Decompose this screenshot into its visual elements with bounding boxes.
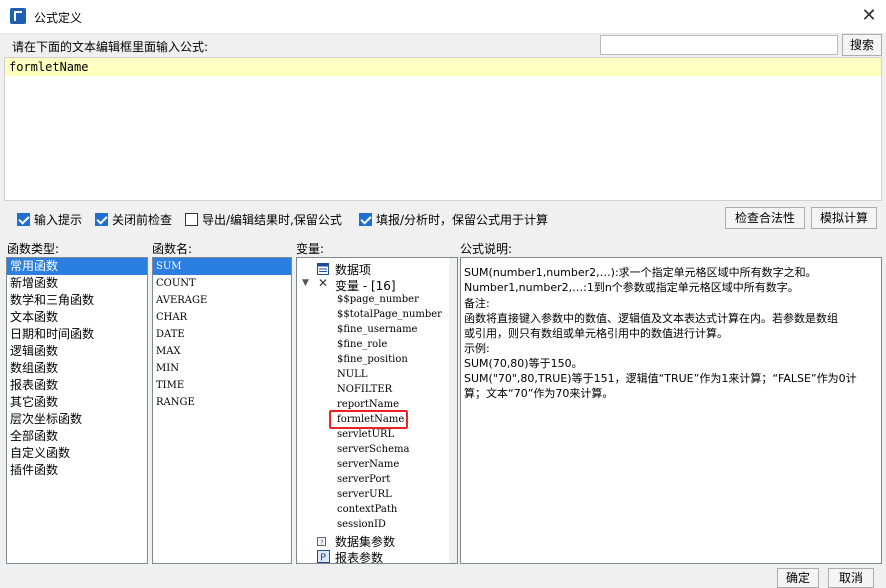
variable-icon: ✕ (318, 276, 329, 290)
variables-label: 变量: (296, 242, 325, 256)
check-validity-button[interactable]: 检查合法性 (725, 207, 805, 229)
tree-node-data-items[interactable]: 数据项 (335, 261, 371, 278)
description-line: 示例: (464, 342, 490, 355)
list-item[interactable]: 其它函数 (7, 394, 147, 411)
tree-node-dataset-params[interactable]: 数据集参数 (335, 533, 395, 550)
tree-scrollbar[interactable] (449, 258, 457, 563)
tree-leaf[interactable]: serverName (337, 459, 399, 470)
description-line: SUM(70,80)等于150。 (464, 357, 583, 370)
option-keep-formula-fill[interactable]: 填报/分析时，保留公式用于计算 (359, 210, 548, 228)
tree-leaf[interactable]: $$page_number (337, 294, 419, 305)
window-title: 公式定义 (34, 11, 83, 25)
option-label: 关闭前检查 (112, 212, 173, 227)
checkbox-unchecked-icon[interactable] (185, 212, 198, 226)
tree-leaf[interactable]: sessionID (337, 519, 386, 530)
tree-leaf[interactable]: serverPort (337, 474, 390, 485)
tree-leaf[interactable]: contextPath (337, 504, 397, 515)
list-item[interactable]: 层次坐标函数 (7, 411, 147, 428)
function-name-list[interactable]: SUM COUNT AVERAGE CHAR DATE MAX MIN TIME… (152, 257, 292, 564)
description-line: SUM(number1,number2,…):求一个指定单元格区域中所有数字之和… (464, 266, 817, 279)
tree-leaf[interactable]: $fine_role (337, 339, 387, 350)
tree-leaf[interactable]: NULL (337, 369, 367, 380)
list-item[interactable]: 常用函数 (7, 258, 147, 275)
tree-node-report-params[interactable]: 报表参数 (335, 549, 383, 563)
function-type-label: 函数类型: (7, 242, 60, 256)
checkbox-checked-icon[interactable] (359, 212, 372, 226)
search-button[interactable]: 搜索 (842, 34, 882, 56)
svg-text:P: P (320, 553, 326, 564)
option-label: 填报/分析时，保留公式用于计算 (376, 212, 549, 227)
tree-leaf[interactable]: serverURL (337, 489, 392, 500)
list-item[interactable]: RANGE (153, 394, 291, 411)
list-item[interactable]: 报表函数 (7, 377, 147, 394)
option-input-hint[interactable]: 输入提示 (17, 210, 82, 228)
formula-editor[interactable]: formletName (4, 57, 882, 201)
list-item[interactable]: COUNT (153, 275, 291, 292)
list-item[interactable]: 新增函数 (7, 275, 147, 292)
description-line: 函数将直接键入参数中的数值、逻辑值及文本表达式计算在内。若参数是数组 (464, 312, 838, 325)
app-logo-icon (10, 8, 26, 24)
function-name-label: 函数名: (152, 242, 193, 256)
list-item[interactable]: TIME (153, 377, 291, 394)
tree-leaf[interactable]: servletURL (337, 429, 394, 440)
list-item[interactable]: 日期和时间函数 (7, 326, 147, 343)
list-item[interactable]: SUM (153, 258, 291, 275)
list-item[interactable]: 自定义函数 (7, 445, 147, 462)
list-item[interactable]: CHAR (153, 309, 291, 326)
tree-node-variables[interactable]: 变量 - [16] (335, 277, 396, 294)
report-param-icon: P (317, 550, 330, 563)
title-bar: 公式定义 ✕ (0, 0, 886, 34)
description-line: 或引用，则只有数组或单元格引用中的数值进行计算。 (464, 327, 728, 340)
option-keep-formula-export[interactable]: 导出/编辑结果时,保留公式 (185, 210, 342, 228)
formula-description: SUM(number1,number2,…):求一个指定单元格区域中所有数字之和… (460, 257, 882, 564)
checkbox-checked-icon[interactable] (17, 212, 30, 226)
simulate-calculation-button[interactable]: 模拟计算 (811, 207, 877, 229)
list-item[interactable]: 逻辑函数 (7, 343, 147, 360)
option-label: 导出/编辑结果时,保留公式 (202, 212, 342, 227)
description-line: SUM("70",80,TRUE)等于151，逻辑值“TRUE”作为1来计算；“… (464, 372, 857, 385)
list-item[interactable]: AVERAGE (153, 292, 291, 309)
list-item[interactable]: 全部函数 (7, 428, 147, 445)
list-item[interactable]: 数学和三角函数 (7, 292, 147, 309)
tree-leaf[interactable]: reportName (337, 399, 399, 410)
option-check-before-close[interactable]: 关闭前检查 (95, 210, 172, 228)
function-type-list[interactable]: 常用函数 新增函数 数学和三角函数 文本函数 日期和时间函数 逻辑函数 数组函数… (6, 257, 148, 564)
list-item[interactable]: 插件函数 (7, 462, 147, 479)
editor-prompt-label: 请在下面的文本编辑框里面输入公式: (12, 40, 209, 54)
list-item[interactable]: MIN (153, 360, 291, 377)
description-line: 算；文本“70”作为70来计算。 (464, 387, 614, 400)
list-item[interactable]: MAX (153, 343, 291, 360)
tree-leaf[interactable]: NOFILTER (337, 384, 392, 395)
list-item[interactable]: 文本函数 (7, 309, 147, 326)
close-icon[interactable]: ✕ (856, 4, 882, 28)
tree-leaf[interactable]: $$totalPage_number (337, 309, 442, 320)
ok-button[interactable]: 确定 (777, 568, 819, 588)
selection-highlight-box (329, 410, 408, 429)
svg-text:?: ? (320, 539, 324, 547)
option-label: 输入提示 (34, 212, 83, 227)
description-line: Number1,number2,…:1到n个参数或指定单元格区域中所有数字。 (464, 281, 799, 294)
tree-leaf[interactable]: serverSchema (337, 444, 409, 455)
current-line-highlight (5, 58, 881, 76)
list-item[interactable]: 数组函数 (7, 360, 147, 377)
search-input[interactable] (600, 35, 838, 55)
table-icon (317, 263, 329, 275)
expand-arrow-icon[interactable]: ▼ (302, 278, 309, 288)
formula-text: formletName (9, 60, 89, 74)
description-label: 公式说明: (460, 242, 513, 256)
description-line: 备注: (464, 297, 490, 310)
checkbox-checked-icon[interactable] (95, 212, 108, 226)
list-item[interactable]: DATE (153, 326, 291, 343)
tree-leaf[interactable]: $fine_position (337, 354, 408, 365)
dataset-param-icon: ? (317, 537, 326, 547)
cancel-button[interactable]: 取消 (828, 568, 874, 588)
tree-leaf[interactable]: $fine_username (337, 324, 417, 335)
